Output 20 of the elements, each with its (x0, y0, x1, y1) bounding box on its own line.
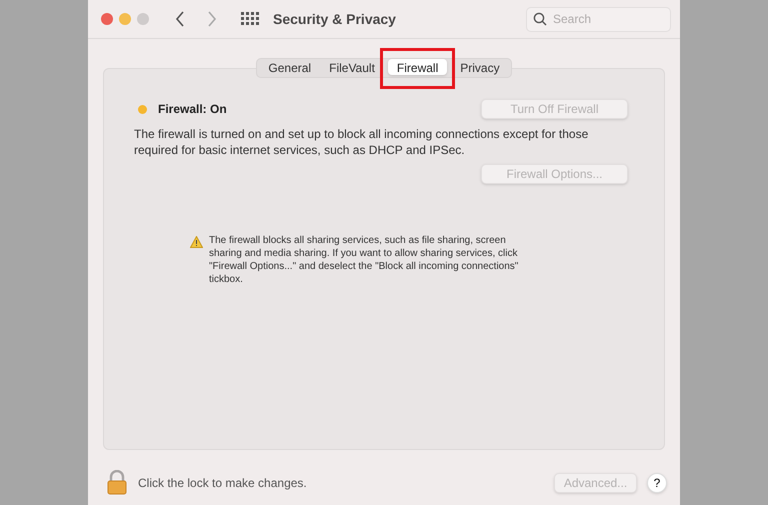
warning-icon (190, 236, 203, 248)
zoom-icon[interactable] (137, 13, 149, 25)
tab[interactable]: General (259, 59, 320, 75)
minimize-icon[interactable] (119, 13, 131, 25)
search-icon (533, 12, 547, 26)
search-field[interactable]: Search (526, 6, 671, 32)
tab[interactable]: FileVault (320, 59, 384, 75)
warning-text: The firewall blocks all sharing services, such as file sharing, screen sharing and media sharing. If you want to allow sharing services, click "Firewall Options..." and deselect the "Block all incoming connections" tickbox. (209, 234, 520, 286)
tab[interactable]: Firewall (388, 59, 448, 75)
forward-icon[interactable] (207, 11, 217, 27)
back-icon[interactable] (175, 11, 185, 27)
tab[interactable]: Privacy (451, 59, 509, 75)
close-icon[interactable] (101, 13, 113, 25)
window-title: Security & Privacy (273, 10, 396, 29)
lock-icon[interactable] (107, 470, 127, 495)
lock-hint: Click the lock to make changes. (138, 474, 307, 492)
firewall-description: The firewall is turned on and set up to block all incoming connections except for those required for basic internet services, such as DHCP and IPSec. (134, 126, 590, 158)
status-label: Firewall: On (158, 101, 227, 118)
help-button[interactable]: ? (647, 472, 667, 492)
grid-icon[interactable] (241, 12, 259, 26)
